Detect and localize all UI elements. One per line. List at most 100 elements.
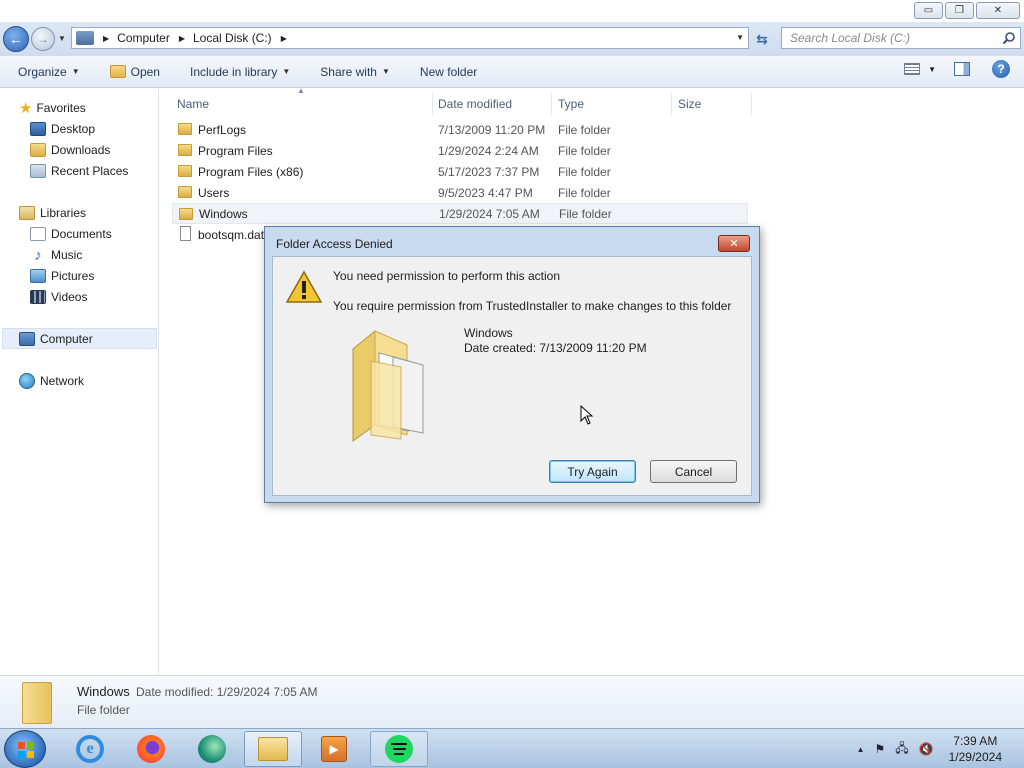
file-row[interactable]: PerfLogs 7/13/2009 11:20 PM File folder — [172, 119, 748, 140]
media-player-icon: ▶ — [321, 736, 347, 762]
dialog-message-secondary: You require permission from TrustedInsta… — [333, 299, 732, 313]
back-button[interactable]: ← — [3, 26, 29, 52]
refresh-button[interactable]: ⇆ — [752, 29, 772, 49]
sidebar-item-documents[interactable]: Documents — [30, 224, 112, 244]
try-again-button[interactable]: Try Again — [549, 460, 636, 483]
taskbar-media-player[interactable]: ▶ — [305, 731, 363, 767]
file-row[interactable]: Program Files (x86) 5/17/2023 7:37 PM Fi… — [172, 161, 748, 182]
include-in-library-button[interactable]: Include in library ▼ — [182, 60, 298, 84]
search-icon[interactable] — [1002, 31, 1016, 45]
chevron-right-icon[interactable]: ▶ — [103, 34, 109, 43]
cancel-button[interactable]: Cancel — [650, 460, 737, 483]
sidebar-item-desktop[interactable]: Desktop — [30, 119, 95, 139]
preview-pane-icon[interactable] — [954, 62, 970, 76]
recent-pages-dropdown-icon[interactable]: ▼ — [58, 34, 66, 43]
chevron-right-icon[interactable]: ▶ — [179, 34, 185, 43]
sidebar-label: Computer — [40, 332, 93, 346]
network-icon[interactable]: 🖧 — [895, 739, 908, 760]
organize-button[interactable]: Organize ▼ — [10, 60, 88, 84]
maximize-button[interactable]: ❐ — [945, 2, 974, 19]
file-row-selected[interactable]: Windows 1/29/2024 7:05 AM File folder — [172, 203, 748, 224]
sidebar-item-favorites[interactable]: ★ Favorites — [19, 98, 86, 118]
file-row[interactable]: Program Files 1/29/2024 2:24 AM File fol… — [172, 140, 748, 161]
file-type: File folder — [558, 185, 611, 200]
folder-icon — [178, 144, 192, 156]
folder-icon — [178, 165, 192, 177]
file-name: Program Files — [198, 143, 273, 158]
taskbar-edge[interactable] — [183, 731, 241, 767]
sidebar-item-libraries[interactable]: Libraries — [19, 203, 86, 223]
action-center-flag-icon[interactable]: ⚑ — [875, 742, 886, 756]
chevron-right-icon[interactable]: ▶ — [281, 34, 287, 43]
documents-icon — [30, 227, 46, 241]
show-hidden-icons-icon[interactable]: ▲ — [857, 745, 865, 754]
file-name: Windows — [199, 206, 248, 221]
forward-button[interactable]: → — [31, 27, 55, 51]
volume-muted-icon[interactable]: 🔇 — [919, 742, 934, 756]
dialog-message-primary: You need permission to perform this acti… — [333, 269, 561, 283]
details-pane: Windows Date modified: 1/29/2024 7:05 AM… — [0, 675, 1024, 728]
sidebar-item-downloads[interactable]: Downloads — [30, 140, 110, 160]
share-with-button[interactable]: Share with ▼ — [312, 60, 398, 84]
sidebar-item-computer[interactable]: Computer — [19, 329, 93, 349]
folder-open-icon — [109, 65, 126, 78]
search-box[interactable] — [781, 27, 1021, 49]
sidebar-item-network[interactable]: Network — [19, 371, 84, 391]
search-input[interactable] — [782, 28, 992, 48]
computer-icon — [19, 332, 35, 346]
column-header-size[interactable]: Size — [672, 93, 752, 115]
computer-icon — [76, 31, 94, 45]
pictures-icon — [30, 269, 46, 283]
sidebar-label: Downloads — [51, 143, 111, 157]
taskbar-internet-explorer[interactable]: e — [61, 731, 119, 767]
sidebar-item-music[interactable]: ♪ Music — [30, 245, 82, 265]
address-bar[interactable]: ▶ Computer ▶ Local Disk (C:) ▶ ▼ — [71, 27, 749, 49]
minimize-button[interactable]: ▭ — [914, 2, 943, 19]
sidebar-label: Recent Places — [51, 164, 129, 178]
edge-icon — [198, 735, 226, 763]
column-header-type[interactable]: Type — [552, 93, 672, 115]
taskbar-firefox[interactable] — [122, 731, 180, 767]
column-header-date-modified[interactable]: Date modified — [432, 93, 552, 115]
mouse-pointer-icon — [580, 405, 594, 425]
clock[interactable]: 7:39 AM 1/29/2024 — [949, 733, 1002, 765]
view-options-dropdown-icon[interactable]: ▼ — [928, 65, 936, 74]
videos-icon — [30, 290, 46, 304]
file-type: File folder — [559, 206, 612, 221]
column-header-name[interactable]: Name — [171, 93, 433, 115]
folder-icon — [178, 186, 192, 198]
firefox-icon — [137, 735, 165, 763]
sidebar-label: Pictures — [51, 269, 95, 283]
sidebar-item-recent-places[interactable]: Recent Places — [30, 161, 128, 181]
taskbar-spotify[interactable] — [370, 731, 428, 767]
column-header-label: Date modified — [438, 97, 513, 111]
windows-explorer-icon — [258, 737, 288, 761]
sidebar-label: Music — [51, 248, 83, 262]
folder-large-icon — [352, 329, 424, 442]
taskbar-windows-explorer[interactable] — [244, 731, 302, 767]
navigation-pane: ★ Favorites Desktop Downloads Recent Pla… — [0, 89, 159, 675]
dialog-folder-date: Date created: 7/13/2009 11:20 PM — [464, 341, 647, 355]
close-button[interactable]: ✕ — [976, 2, 1020, 19]
system-tray: ▲ ⚑ 🖧 🔇 7:39 AM 1/29/2024 — [852, 729, 1024, 768]
folder-icon — [22, 682, 52, 724]
file-row[interactable]: Users 9/5/2023 4:47 PM File folder — [172, 182, 748, 203]
change-view-icon[interactable] — [904, 63, 921, 75]
sidebar-label: Videos — [51, 290, 88, 304]
help-icon[interactable]: ? — [992, 60, 1010, 78]
sidebar-item-pictures[interactable]: Pictures — [30, 266, 94, 286]
dialog-close-button[interactable]: ✕ — [718, 235, 750, 252]
network-globe-icon — [19, 373, 35, 389]
caret-down-icon: ▼ — [71, 67, 80, 76]
libraries-icon — [19, 206, 35, 220]
new-folder-button[interactable]: New folder — [412, 60, 485, 84]
include-in-library-label: Include in library — [189, 64, 278, 79]
open-button[interactable]: Open — [102, 60, 168, 84]
start-button[interactable] — [4, 730, 46, 768]
warning-icon — [285, 270, 323, 303]
folder-icon — [179, 208, 193, 220]
breadcrumb-local-disk[interactable]: Local Disk (C:) — [193, 31, 272, 45]
sidebar-item-videos[interactable]: Videos — [30, 287, 87, 307]
breadcrumb-computer[interactable]: Computer — [117, 31, 170, 45]
address-dropdown-icon[interactable]: ▼ — [736, 33, 744, 42]
